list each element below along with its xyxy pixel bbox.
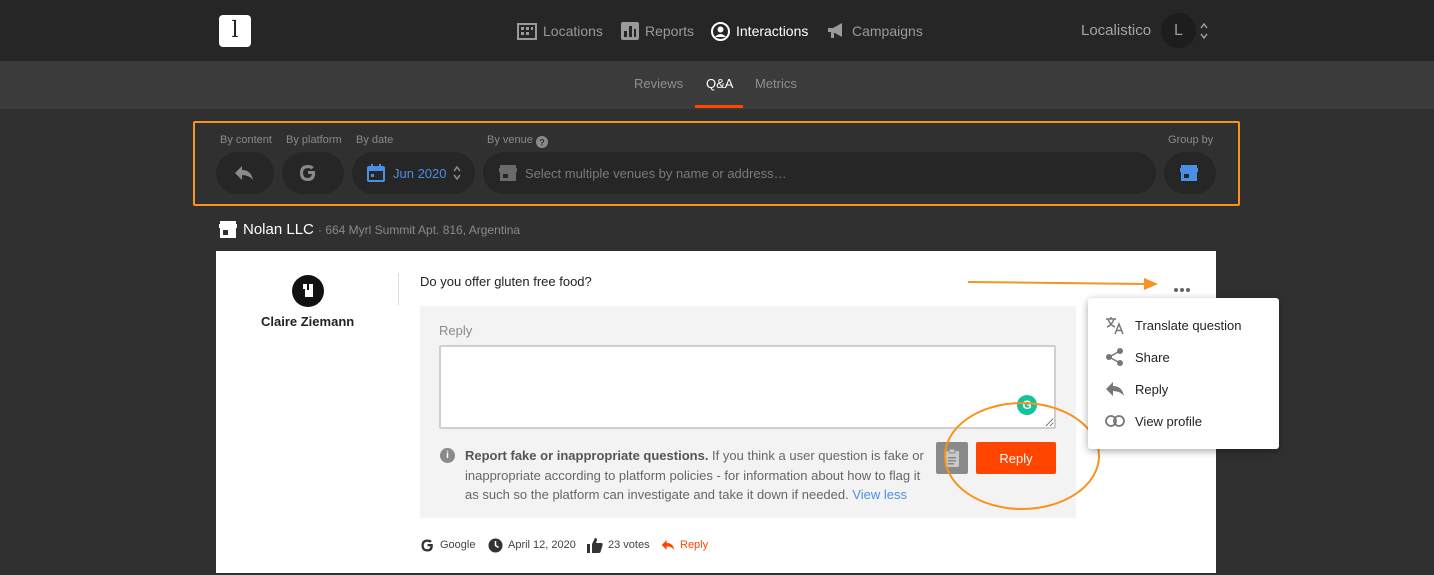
translate-icon bbox=[1106, 317, 1124, 335]
platform-label: Google bbox=[440, 539, 476, 551]
nav-campaigns-label: Campaigns bbox=[852, 23, 923, 39]
divider bbox=[398, 273, 399, 305]
avatar-glyph-icon bbox=[301, 284, 313, 297]
nav-locations-label: Locations bbox=[543, 23, 603, 39]
menu-item-translate[interactable]: Translate question bbox=[1105, 315, 1241, 335]
nav-campaigns[interactable]: Campaigns bbox=[827, 20, 923, 42]
by-content-label: By content bbox=[220, 134, 272, 146]
annotation-arrow-icon bbox=[968, 278, 1158, 290]
thumbs-up-icon bbox=[587, 537, 603, 553]
more-options-icon[interactable] bbox=[1174, 279, 1194, 292]
menu-item-share[interactable]: Share bbox=[1105, 347, 1170, 367]
info-icon: i bbox=[440, 448, 455, 463]
menu-item-label: Reply bbox=[1135, 381, 1169, 397]
google-icon bbox=[300, 165, 316, 181]
author-name[interactable]: Claire Ziemann bbox=[261, 314, 354, 329]
link-icon bbox=[1105, 415, 1125, 427]
votes-meta: 23 votes bbox=[587, 537, 650, 553]
by-platform-label: By platform bbox=[286, 134, 342, 146]
venue-address: · 664 Myrl Summit Apt. 816, Argentina bbox=[318, 223, 521, 237]
avatar[interactable] bbox=[292, 275, 324, 307]
reply-icon bbox=[661, 540, 675, 550]
nav-interactions-label: Interactions bbox=[736, 23, 809, 39]
reply-link[interactable]: Reply bbox=[661, 537, 708, 553]
google-icon bbox=[421, 539, 433, 551]
question-date: April 12, 2020 bbox=[508, 539, 576, 551]
votes-count: 23 votes bbox=[608, 539, 650, 551]
report-notice: Report fake or inappropriate questions. … bbox=[465, 446, 935, 505]
nav-reports-label: Reports bbox=[645, 23, 695, 39]
view-less-link[interactable]: View less bbox=[852, 487, 907, 502]
account-avatar[interactable]: L bbox=[1161, 13, 1196, 48]
platform-filter-button[interactable] bbox=[282, 152, 344, 194]
notice-title: Report fake or inappropriate questions. bbox=[465, 448, 709, 463]
help-icon[interactable]: ? bbox=[536, 136, 548, 148]
menu-item-label: Translate question bbox=[1135, 317, 1242, 333]
venue-name[interactable]: Nolan LLC bbox=[243, 221, 314, 238]
date-meta: April 12, 2020 bbox=[488, 537, 576, 553]
menu-item-view-profile[interactable]: View profile bbox=[1105, 411, 1202, 431]
tab-qa[interactable]: Q&A bbox=[706, 76, 733, 91]
menu-item-label: Share bbox=[1135, 349, 1170, 365]
org-name[interactable]: Localistico bbox=[1081, 22, 1151, 39]
store-icon bbox=[219, 221, 237, 238]
svg-text:?: ? bbox=[539, 138, 545, 148]
annotation-circle bbox=[944, 402, 1100, 510]
date-filter-value[interactable]: Jun 2020 bbox=[393, 166, 447, 181]
nav-locations[interactable]: Locations bbox=[517, 20, 603, 42]
share-icon bbox=[1106, 348, 1123, 366]
reply-textarea[interactable] bbox=[439, 345, 1056, 429]
store-icon bbox=[1180, 165, 1198, 181]
active-tab-indicator bbox=[695, 105, 743, 108]
group-by-label: Group by bbox=[1168, 134, 1214, 146]
calendar-icon bbox=[367, 164, 385, 182]
menu-item-reply[interactable]: Reply bbox=[1105, 379, 1168, 399]
menu-item-label: View profile bbox=[1135, 413, 1202, 429]
chevron-updown-icon bbox=[453, 165, 461, 181]
tab-metrics[interactable]: Metrics bbox=[755, 76, 797, 91]
reply-label: Reply bbox=[439, 323, 473, 338]
venue-filter-placeholder[interactable]: Select multiple venues by name or addres… bbox=[525, 166, 787, 181]
question-text: Do you offer gluten free food? bbox=[420, 274, 592, 289]
store-icon bbox=[499, 165, 517, 181]
bar-chart-icon bbox=[621, 22, 639, 40]
reply-link-label: Reply bbox=[680, 539, 709, 551]
app-logo[interactable]: l bbox=[219, 15, 251, 47]
tab-reviews[interactable]: Reviews bbox=[634, 76, 683, 91]
nav-interactions[interactable]: Interactions bbox=[711, 20, 808, 42]
group-by-button[interactable] bbox=[1164, 152, 1216, 194]
megaphone-icon bbox=[828, 23, 842, 38]
chevron-updown-icon[interactable] bbox=[1199, 22, 1209, 40]
user-circle-icon bbox=[711, 21, 730, 41]
nav-reports[interactable]: Reports bbox=[621, 20, 694, 42]
reply-icon bbox=[235, 166, 253, 180]
building-icon bbox=[517, 23, 537, 40]
content-filter-button[interactable] bbox=[216, 152, 274, 194]
clock-icon bbox=[488, 538, 503, 552]
reply-icon bbox=[1106, 382, 1124, 396]
platform-meta: Google bbox=[420, 537, 475, 553]
by-date-label: By date bbox=[356, 134, 394, 146]
by-venue-label: By venue bbox=[487, 134, 533, 146]
